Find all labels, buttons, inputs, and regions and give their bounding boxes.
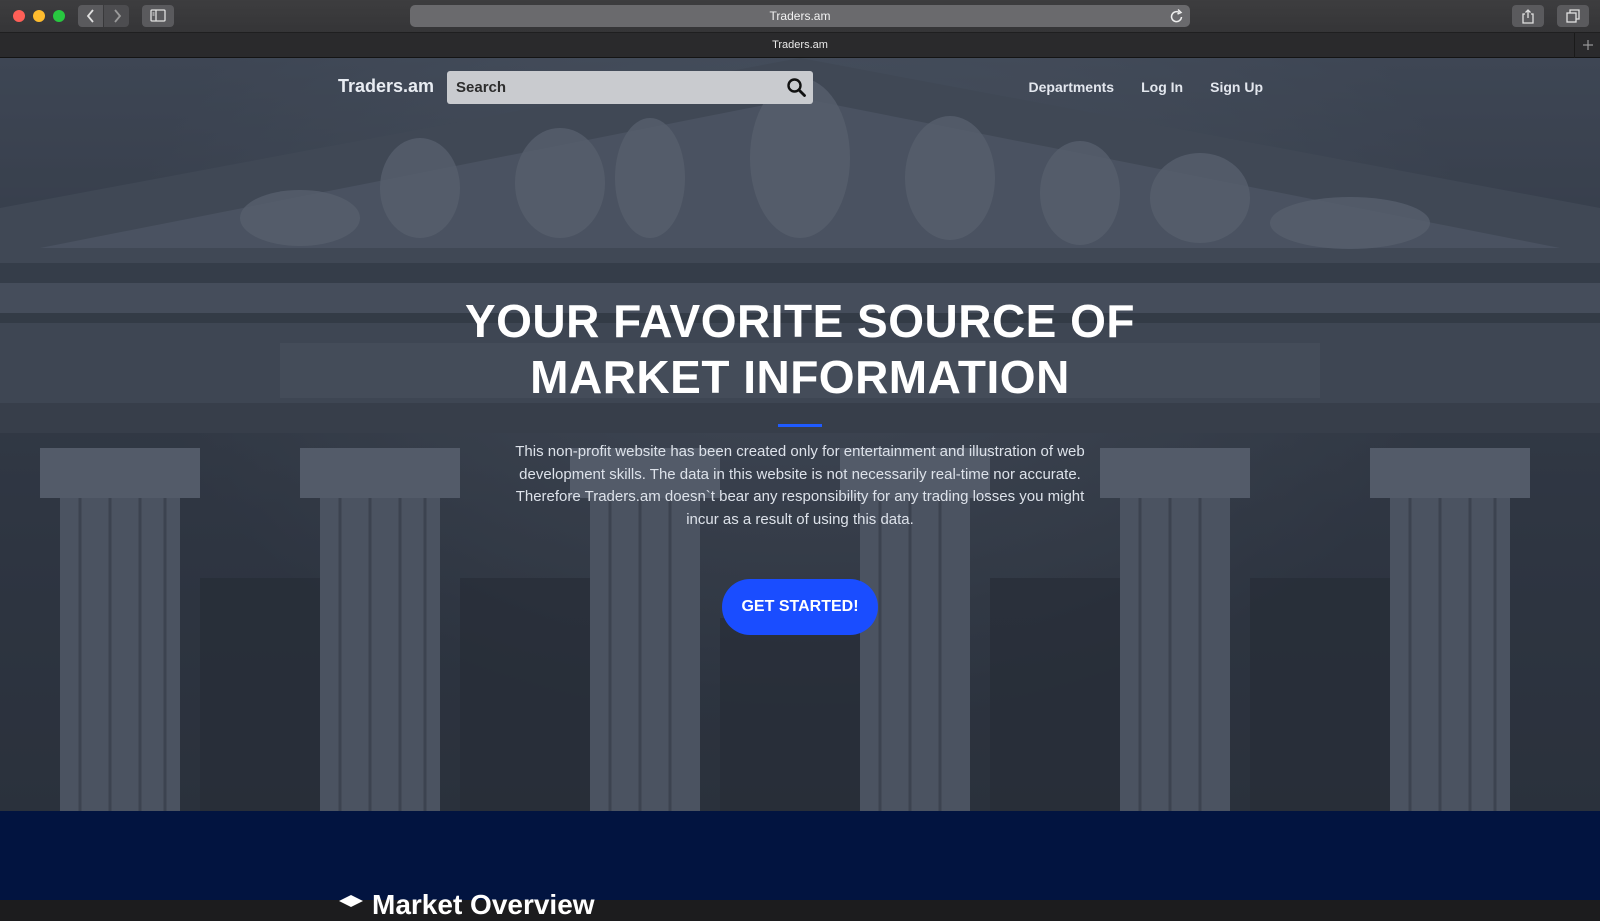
headline-divider <box>778 424 822 427</box>
tabs-icon <box>1566 9 1580 23</box>
active-tab[interactable]: Traders.am <box>0 33 1600 58</box>
address-bar-text: Traders.am <box>769 9 831 23</box>
cube-icon <box>339 895 363 907</box>
nav-signup-link[interactable]: Sign Up <box>1210 79 1263 95</box>
site-nav: Departments Log In Sign Up <box>1029 79 1263 95</box>
hero-disclaimer-text: This non-profit website has been created… <box>515 443 1085 528</box>
market-overview-title: Market Overview <box>372 889 595 920</box>
nav-departments-link[interactable]: Departments <box>1029 79 1115 95</box>
hero-section: Traders.am Departments Log In Sign Up YO… <box>0 58 1600 811</box>
search-input[interactable] <box>447 71 767 104</box>
back-button[interactable] <box>78 5 103 27</box>
hero-overlay <box>0 58 1600 811</box>
zoom-window-button[interactable] <box>53 10 65 22</box>
search-box[interactable] <box>447 71 813 104</box>
new-tab-button[interactable] <box>1574 33 1600 58</box>
sidebar-icon <box>150 9 166 22</box>
minimize-window-button[interactable] <box>33 10 45 22</box>
chevron-right-icon <box>113 9 121 23</box>
nav-login-link[interactable]: Log In <box>1141 79 1183 95</box>
hero-headline: YOUR FAVORITE SOURCE OF MARKET INFORMATI… <box>300 293 1300 405</box>
sidebar-toggle-button[interactable] <box>142 5 174 27</box>
address-bar[interactable]: Traders.am <box>410 5 1190 27</box>
show-tabs-button[interactable] <box>1557 5 1589 27</box>
get-started-button[interactable]: GET STARTED! <box>722 579 878 635</box>
search-icon[interactable] <box>787 78 806 97</box>
reload-icon[interactable] <box>1170 8 1184 24</box>
chevron-left-icon <box>86 9 94 23</box>
plus-icon <box>1582 40 1593 50</box>
share-icon <box>1522 9 1534 24</box>
forward-button[interactable] <box>104 5 129 27</box>
hero-headline-line-2: MARKET INFORMATION <box>530 351 1070 403</box>
site-logo[interactable]: Traders.am <box>338 76 434 97</box>
browser-titlebar: Traders.am <box>0 0 1600 33</box>
hero-headline-line-1: YOUR FAVORITE SOURCE OF <box>464 295 1136 347</box>
tab-bar: Traders.am <box>0 33 1600 58</box>
close-window-button[interactable] <box>13 10 25 22</box>
market-overview-section: Market Overview <box>0 811 1600 920</box>
share-button[interactable] <box>1512 5 1544 27</box>
